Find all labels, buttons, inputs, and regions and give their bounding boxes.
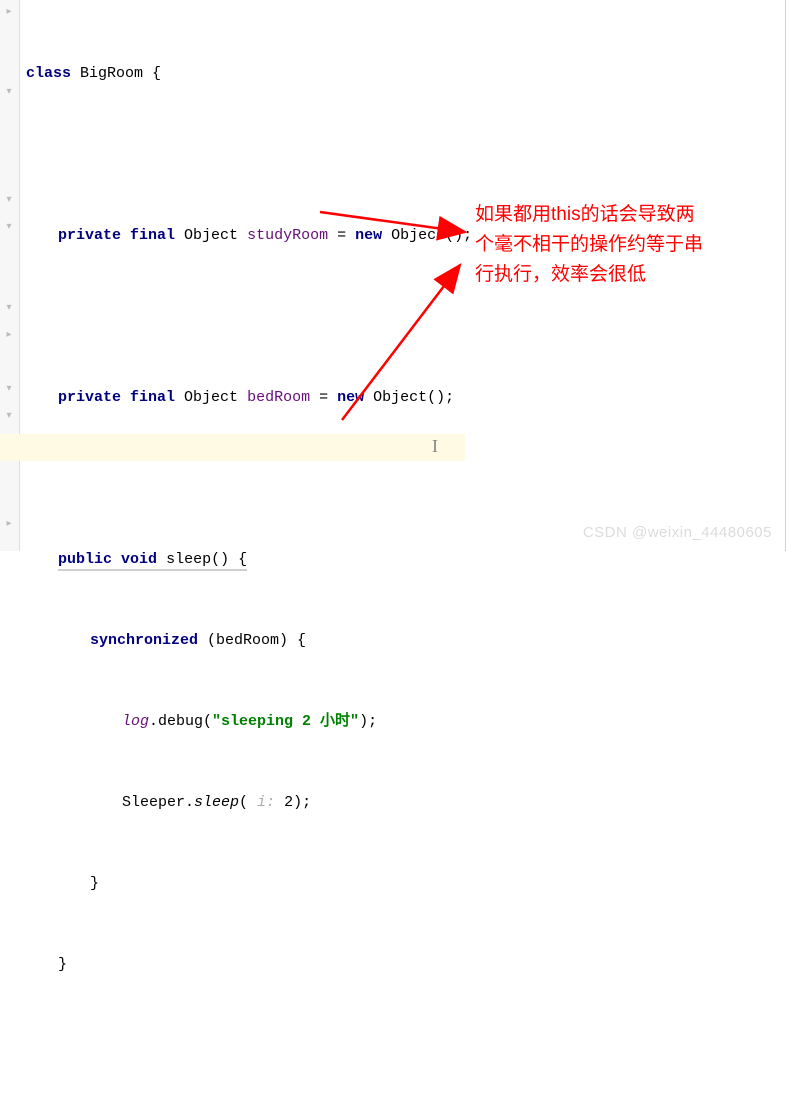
code-line: class BigRoom { bbox=[26, 60, 472, 87]
gutter-fold-icon: ▾ bbox=[2, 302, 16, 316]
code-line: synchronized (bedRoom) { bbox=[26, 627, 472, 654]
annotation-line-1: 如果都用this的话会导致两 bbox=[475, 200, 695, 230]
code-content: class BigRoom { private final Object stu… bbox=[26, 6, 472, 1102]
gutter-fold-icon: ▾ bbox=[2, 410, 16, 424]
code-line: public void sleep() { bbox=[26, 546, 472, 573]
gutter-fold-icon: ▾ bbox=[2, 194, 16, 208]
gutter-fold-icon: ▸ bbox=[2, 329, 16, 343]
code-line: private final Object bedRoom = new Objec… bbox=[26, 384, 472, 411]
code-line: } bbox=[26, 951, 472, 978]
code-line: log.debug("sleeping 2 小时"); bbox=[26, 708, 472, 735]
gutter-fold-icon: ▾ bbox=[2, 86, 16, 100]
annotation-line-2: 个毫不相干的操作约等于串 bbox=[475, 230, 703, 260]
editor-gutter: ▸ ▾ ▾ ▾ ▾ ▸ ▾ ▾ ▸ bbox=[0, 0, 20, 551]
gutter-fold-icon: ▾ bbox=[2, 221, 16, 235]
gutter-fold-icon: ▾ bbox=[2, 383, 16, 397]
annotation-line-3: 行执行，效率会很低 bbox=[475, 260, 646, 290]
gutter-fold-icon: ▸ bbox=[2, 6, 16, 20]
code-line: Sleeper.sleep( i: 2); bbox=[26, 789, 472, 816]
ibeam-cursor-icon: I bbox=[432, 436, 438, 457]
code-line: } bbox=[26, 870, 472, 897]
gutter-fold-icon: ▸ bbox=[2, 518, 16, 532]
code-line: private final Object studyRoom = new Obj… bbox=[26, 222, 472, 249]
watermark: CSDN @weixin_44480605 bbox=[583, 524, 772, 541]
